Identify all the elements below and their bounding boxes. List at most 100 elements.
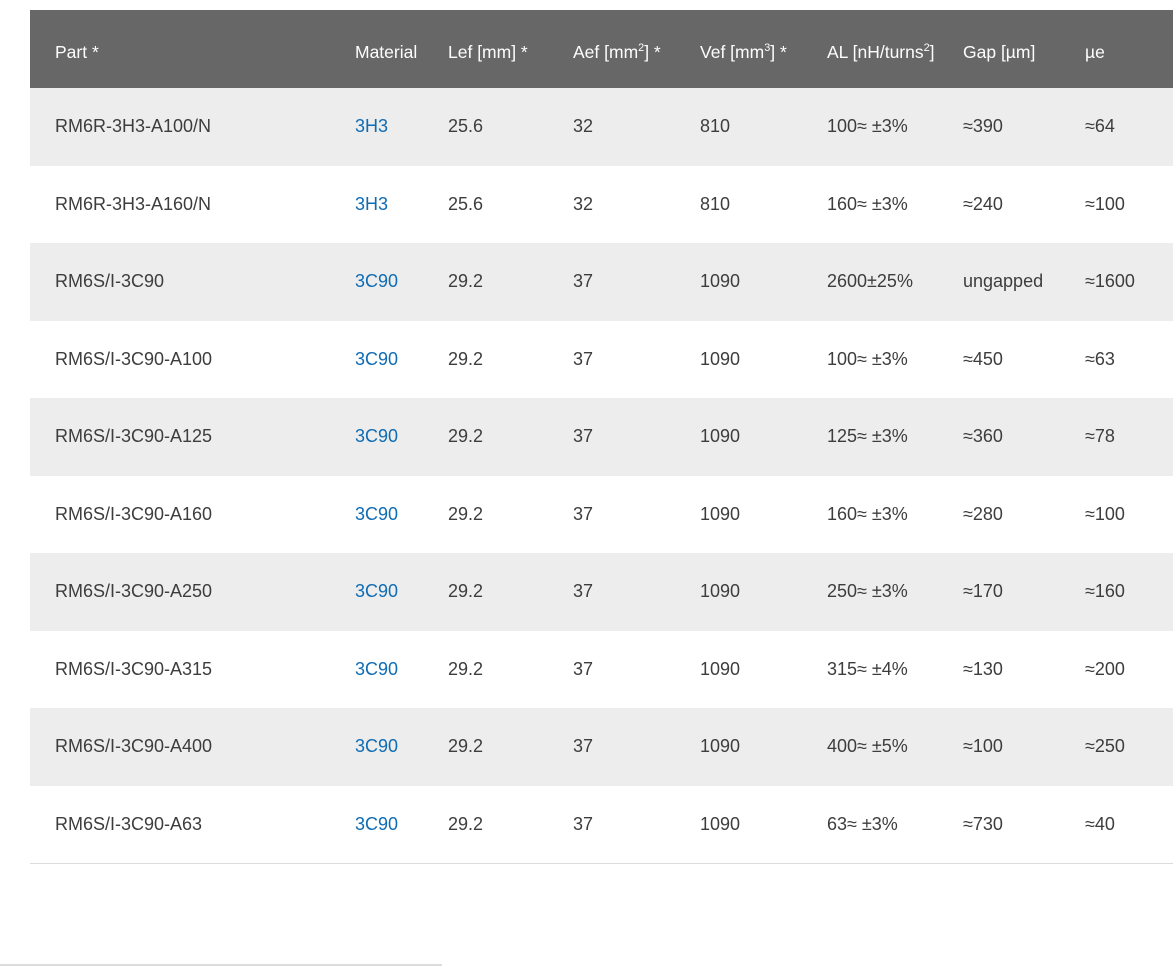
part-cell: RM6S/I-3C90-A100: [30, 321, 355, 399]
lef-cell: 25.6: [448, 88, 573, 166]
material-cell: 3C90: [355, 243, 448, 321]
material-link[interactable]: 3C90: [355, 581, 398, 601]
ue-cell: ≈78: [1085, 398, 1173, 476]
lef-cell: 29.2: [448, 786, 573, 864]
spec-table-container: Part * Material Lef [mm] * Aef [mm2] * V…: [30, 10, 1173, 864]
al-cell: 100≈ ±3%: [827, 321, 963, 399]
aef-cell: 37: [573, 243, 700, 321]
core-spec-table: Part * Material Lef [mm] * Aef [mm2] * V…: [30, 10, 1173, 864]
col-header-lef: Lef [mm] *: [448, 10, 573, 88]
al-cell: 2600±25%: [827, 243, 963, 321]
vef-cell: 810: [700, 166, 827, 244]
vef-cell: 1090: [700, 631, 827, 709]
gap-cell: ungapped: [963, 243, 1085, 321]
material-link[interactable]: 3C90: [355, 814, 398, 834]
al-cell: 160≈ ±3%: [827, 476, 963, 554]
col-header-al: AL [nH/turns2]: [827, 10, 963, 88]
part-cell: RM6R-3H3-A100/N: [30, 88, 355, 166]
aef-cell: 32: [573, 166, 700, 244]
col-header-part: Part *: [30, 10, 355, 88]
gap-cell: ≈450: [963, 321, 1085, 399]
table-row: RM6S/I-3C90 3C90 29.2 37 1090 2600±25% u…: [30, 243, 1173, 321]
table-row: RM6S/I-3C90-A125 3C90 29.2 37 1090 125≈ …: [30, 398, 1173, 476]
lef-cell: 29.2: [448, 553, 573, 631]
table-header-row: Part * Material Lef [mm] * Aef [mm2] * V…: [30, 10, 1173, 88]
al-cell: 100≈ ±3%: [827, 88, 963, 166]
material-cell: 3C90: [355, 631, 448, 709]
aef-cell: 37: [573, 786, 700, 864]
material-cell: 3C90: [355, 476, 448, 554]
al-cell: 125≈ ±3%: [827, 398, 963, 476]
vef-cell: 810: [700, 88, 827, 166]
al-cell: 250≈ ±3%: [827, 553, 963, 631]
part-cell: RM6S/I-3C90-A400: [30, 708, 355, 786]
aef-cell: 37: [573, 398, 700, 476]
vef-cell: 1090: [700, 786, 827, 864]
ue-cell: ≈250: [1085, 708, 1173, 786]
al-cell: 63≈ ±3%: [827, 786, 963, 864]
ue-cell: ≈160: [1085, 553, 1173, 631]
lef-cell: 29.2: [448, 398, 573, 476]
material-link[interactable]: 3C90: [355, 349, 398, 369]
gap-cell: ≈170: [963, 553, 1085, 631]
aef-cell: 32: [573, 88, 700, 166]
material-link[interactable]: 3H3: [355, 194, 388, 214]
material-link[interactable]: 3C90: [355, 426, 398, 446]
material-link[interactable]: 3C90: [355, 271, 398, 291]
material-link[interactable]: 3C90: [355, 504, 398, 524]
material-cell: 3H3: [355, 88, 448, 166]
material-cell: 3C90: [355, 321, 448, 399]
vef-cell: 1090: [700, 243, 827, 321]
aef-cell: 37: [573, 476, 700, 554]
aef-cell: 37: [573, 553, 700, 631]
part-cell: RM6S/I-3C90-A160: [30, 476, 355, 554]
ue-cell: ≈100: [1085, 166, 1173, 244]
ue-cell: ≈100: [1085, 476, 1173, 554]
gap-cell: ≈130: [963, 631, 1085, 709]
material-cell: 3C90: [355, 553, 448, 631]
part-cell: RM6S/I-3C90-A125: [30, 398, 355, 476]
vef-cell: 1090: [700, 553, 827, 631]
material-link[interactable]: 3C90: [355, 736, 398, 756]
part-cell: RM6S/I-3C90-A250: [30, 553, 355, 631]
gap-cell: ≈240: [963, 166, 1085, 244]
ue-cell: ≈40: [1085, 786, 1173, 864]
col-header-ue: µe: [1085, 10, 1173, 88]
table-row: RM6R-3H3-A160/N 3H3 25.6 32 810 160≈ ±3%…: [30, 166, 1173, 244]
next-section-divider: [0, 964, 442, 966]
aef-cell: 37: [573, 708, 700, 786]
part-cell: RM6S/I-3C90: [30, 243, 355, 321]
lef-cell: 29.2: [448, 708, 573, 786]
al-cell: 160≈ ±3%: [827, 166, 963, 244]
material-cell: 3C90: [355, 786, 448, 864]
gap-cell: ≈280: [963, 476, 1085, 554]
col-header-aef: Aef [mm2] *: [573, 10, 700, 88]
vef-cell: 1090: [700, 321, 827, 399]
gap-cell: ≈730: [963, 786, 1085, 864]
ue-cell: ≈63: [1085, 321, 1173, 399]
gap-cell: ≈100: [963, 708, 1085, 786]
col-header-vef: Vef [mm3] *: [700, 10, 827, 88]
aef-cell: 37: [573, 321, 700, 399]
table-row: RM6R-3H3-A100/N 3H3 25.6 32 810 100≈ ±3%…: [30, 88, 1173, 166]
table-row: RM6S/I-3C90-A250 3C90 29.2 37 1090 250≈ …: [30, 553, 1173, 631]
part-cell: RM6S/I-3C90-A315: [30, 631, 355, 709]
material-link[interactable]: 3C90: [355, 659, 398, 679]
part-cell: RM6R-3H3-A160/N: [30, 166, 355, 244]
vef-cell: 1090: [700, 708, 827, 786]
material-link[interactable]: 3H3: [355, 116, 388, 136]
material-cell: 3C90: [355, 708, 448, 786]
gap-cell: ≈390: [963, 88, 1085, 166]
part-cell: RM6S/I-3C90-A63: [30, 786, 355, 864]
lef-cell: 29.2: [448, 243, 573, 321]
table-row: RM6S/I-3C90-A315 3C90 29.2 37 1090 315≈ …: [30, 631, 1173, 709]
table-row: RM6S/I-3C90-A63 3C90 29.2 37 1090 63≈ ±3…: [30, 786, 1173, 864]
lef-cell: 29.2: [448, 321, 573, 399]
col-header-material: Material: [355, 10, 448, 88]
table-row: RM6S/I-3C90-A160 3C90 29.2 37 1090 160≈ …: [30, 476, 1173, 554]
lef-cell: 25.6: [448, 166, 573, 244]
vef-cell: 1090: [700, 476, 827, 554]
ue-cell: ≈64: [1085, 88, 1173, 166]
ue-cell: ≈200: [1085, 631, 1173, 709]
lef-cell: 29.2: [448, 631, 573, 709]
